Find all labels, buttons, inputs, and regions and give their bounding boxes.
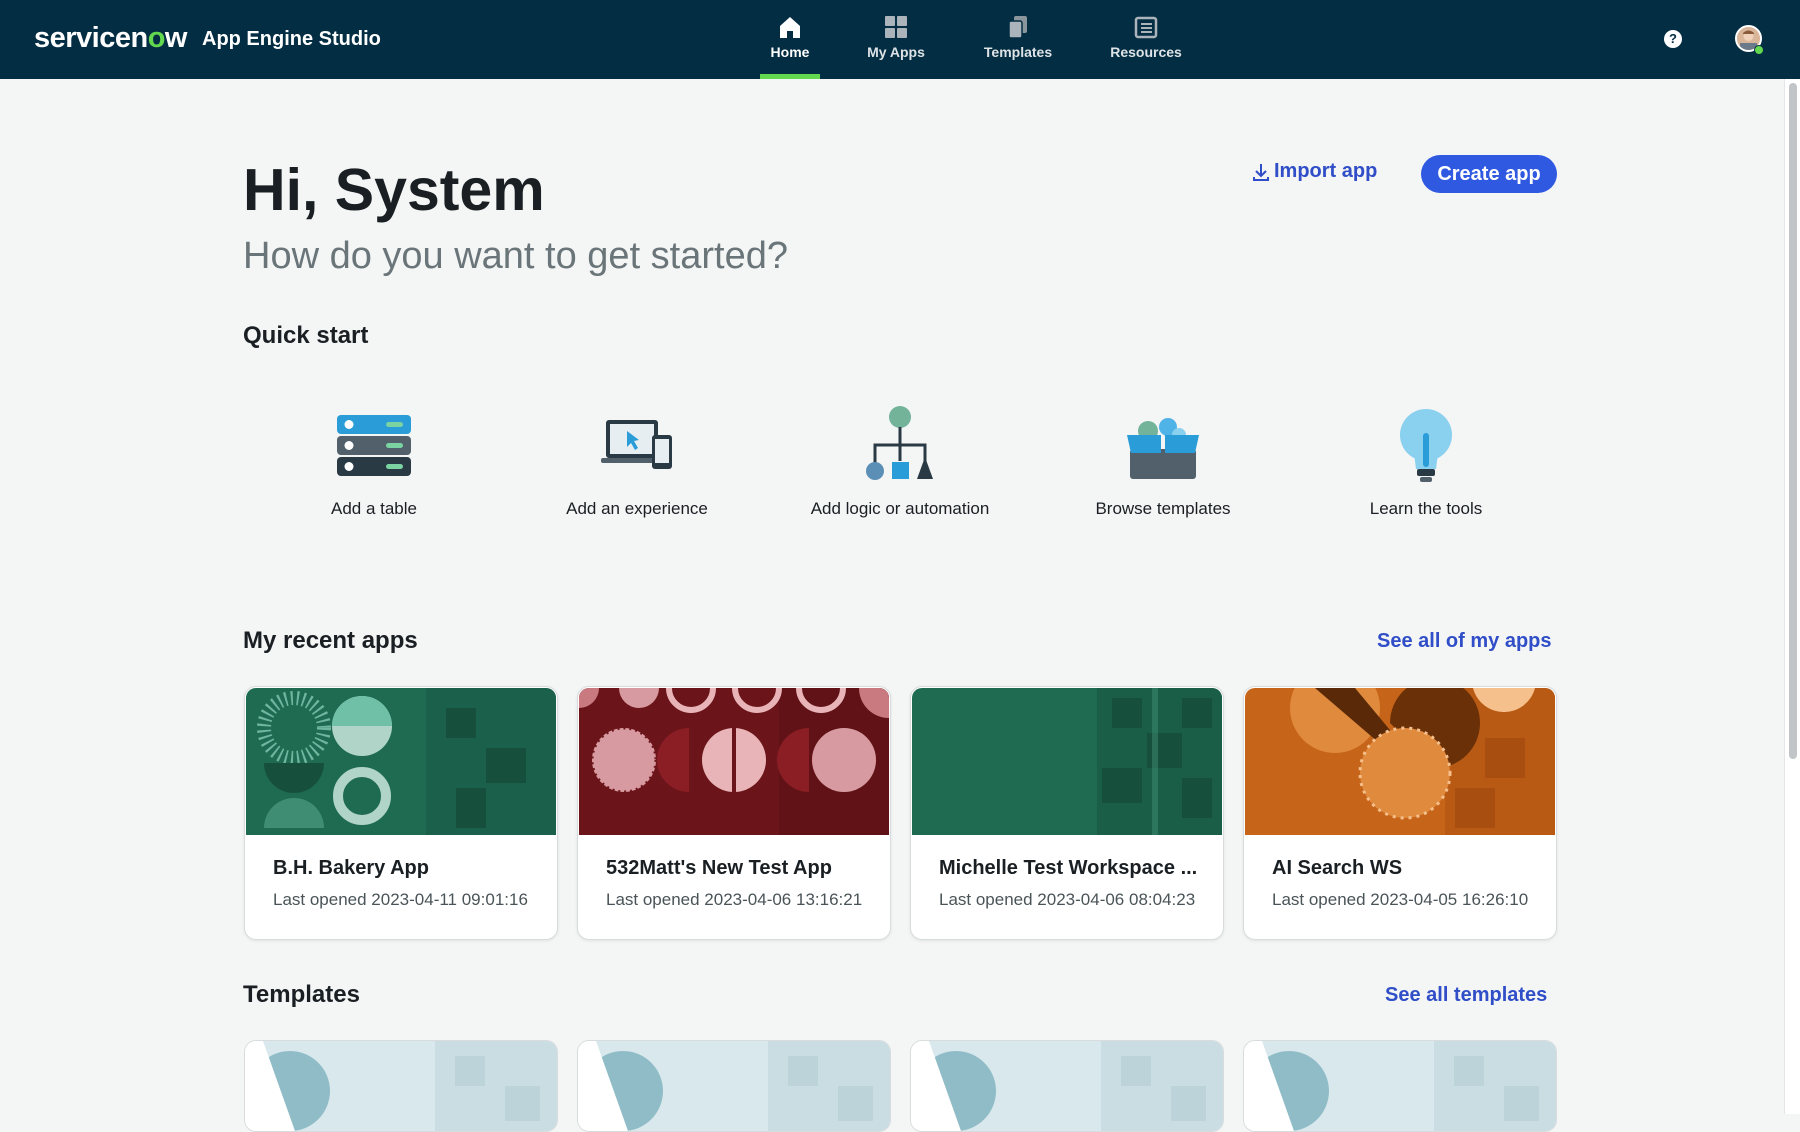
app-name: B.H. Bakery App bbox=[273, 857, 429, 879]
page-scrollbar[interactable] bbox=[1784, 79, 1800, 1114]
template-card[interactable] bbox=[244, 1040, 558, 1132]
quick-start-add-logic[interactable]: Add logic or automation bbox=[810, 405, 990, 519]
quick-start-label: Browse templates bbox=[1095, 499, 1231, 518]
app-name: Michelle Test Workspace ... bbox=[939, 857, 1198, 879]
template-cover-art bbox=[1244, 1041, 1556, 1131]
app-card-bakery[interactable]: B.H. Bakery App Last opened 2023-04-11 0… bbox=[244, 686, 558, 940]
page-subtitle: How do you want to get started? bbox=[243, 235, 788, 277]
quick-start-label: Add a table bbox=[330, 499, 417, 518]
import-app-button[interactable]: Import app bbox=[1252, 160, 1377, 183]
app-last-opened: Last opened 2023-04-05 16:26:10 bbox=[1272, 890, 1529, 909]
experience-icon bbox=[601, 420, 672, 469]
import-app-label: Import app bbox=[1274, 160, 1378, 182]
app-last-opened: Last opened 2023-04-06 13:16:21 bbox=[606, 890, 863, 909]
app-cover-art bbox=[246, 688, 556, 835]
templates-box-icon bbox=[1127, 418, 1199, 479]
app-card-michelle[interactable]: Michelle Test Workspace ... Last opened … bbox=[910, 686, 1224, 940]
table-icon bbox=[337, 415, 411, 476]
app-card-532matt[interactable]: 532Matt's New Test App Last opened 2023-… bbox=[577, 686, 891, 940]
see-all-templates-link[interactable]: See all templates bbox=[1385, 984, 1547, 1007]
quick-start-label: Add logic or automation bbox=[810, 499, 990, 518]
online-status-dot bbox=[1754, 45, 1764, 55]
nav-resources-label: Resources bbox=[1110, 44, 1182, 60]
quick-start-learn-tools[interactable]: Learn the tools bbox=[1336, 405, 1516, 519]
nav-my-apps[interactable]: My Apps bbox=[862, 0, 930, 79]
template-cover-art bbox=[578, 1041, 890, 1131]
quick-start-label: Add an experience bbox=[566, 499, 708, 518]
top-navigation-bar: servicenow App Engine Studio Home My App… bbox=[0, 0, 1800, 79]
nav-my-apps-label: My Apps bbox=[867, 44, 925, 60]
servicenow-logo[interactable]: servicenow bbox=[34, 22, 187, 55]
template-card[interactable] bbox=[577, 1040, 891, 1132]
nav-templates[interactable]: Templates bbox=[982, 0, 1054, 79]
templates-section-title: Templates bbox=[243, 981, 360, 1008]
template-card[interactable] bbox=[910, 1040, 1224, 1132]
home-icon bbox=[780, 17, 800, 38]
app-name: AI Search WS bbox=[1272, 857, 1403, 879]
quick-start-browse-templates[interactable]: Browse templates bbox=[1073, 405, 1253, 519]
logo-accent-letter: o bbox=[147, 22, 166, 54]
grid-icon bbox=[885, 16, 907, 38]
product-name: App Engine Studio bbox=[202, 28, 381, 50]
template-card[interactable] bbox=[1243, 1040, 1557, 1132]
resources-icon bbox=[1134, 16, 1158, 39]
nav-home[interactable]: Home bbox=[760, 0, 820, 79]
quick-start-label: Learn the tools bbox=[1369, 499, 1483, 518]
template-cover-art bbox=[245, 1041, 557, 1131]
logic-icon bbox=[866, 406, 933, 480]
quick-start-title: Quick start bbox=[243, 322, 369, 349]
create-app-button[interactable]: Create app bbox=[1421, 155, 1557, 193]
quick-start-add-table[interactable]: Add a table bbox=[284, 405, 464, 519]
templates-icon bbox=[1008, 16, 1027, 39]
app-cover-art bbox=[579, 688, 889, 835]
app-card-ai-search[interactable]: AI Search WS Last opened 2023-04-05 16:2… bbox=[1243, 686, 1557, 940]
download-icon bbox=[1253, 163, 1269, 181]
lightbulb-icon bbox=[1400, 409, 1452, 482]
template-cover-art bbox=[911, 1041, 1223, 1131]
nav-resources[interactable]: Resources bbox=[1110, 0, 1182, 79]
app-cover-art bbox=[1245, 688, 1555, 835]
see-all-apps-link[interactable]: See all of my apps bbox=[1377, 630, 1552, 653]
recent-apps-title: My recent apps bbox=[243, 627, 418, 654]
nav-home-label: Home bbox=[770, 44, 810, 60]
page-greeting: Hi, System bbox=[243, 157, 545, 223]
app-last-opened: Last opened 2023-04-06 08:04:23 bbox=[939, 890, 1196, 909]
app-name: 532Matt's New Test App bbox=[606, 857, 832, 879]
app-last-opened: Last opened 2023-04-11 09:01:16 bbox=[273, 890, 528, 909]
active-tab-indicator bbox=[760, 74, 820, 79]
app-cover-art bbox=[912, 688, 1222, 835]
nav-templates-label: Templates bbox=[983, 44, 1053, 60]
help-icon[interactable]: ? bbox=[1664, 30, 1682, 48]
scrollbar-thumb[interactable] bbox=[1789, 83, 1797, 759]
quick-start-add-experience[interactable]: Add an experience bbox=[547, 405, 727, 519]
